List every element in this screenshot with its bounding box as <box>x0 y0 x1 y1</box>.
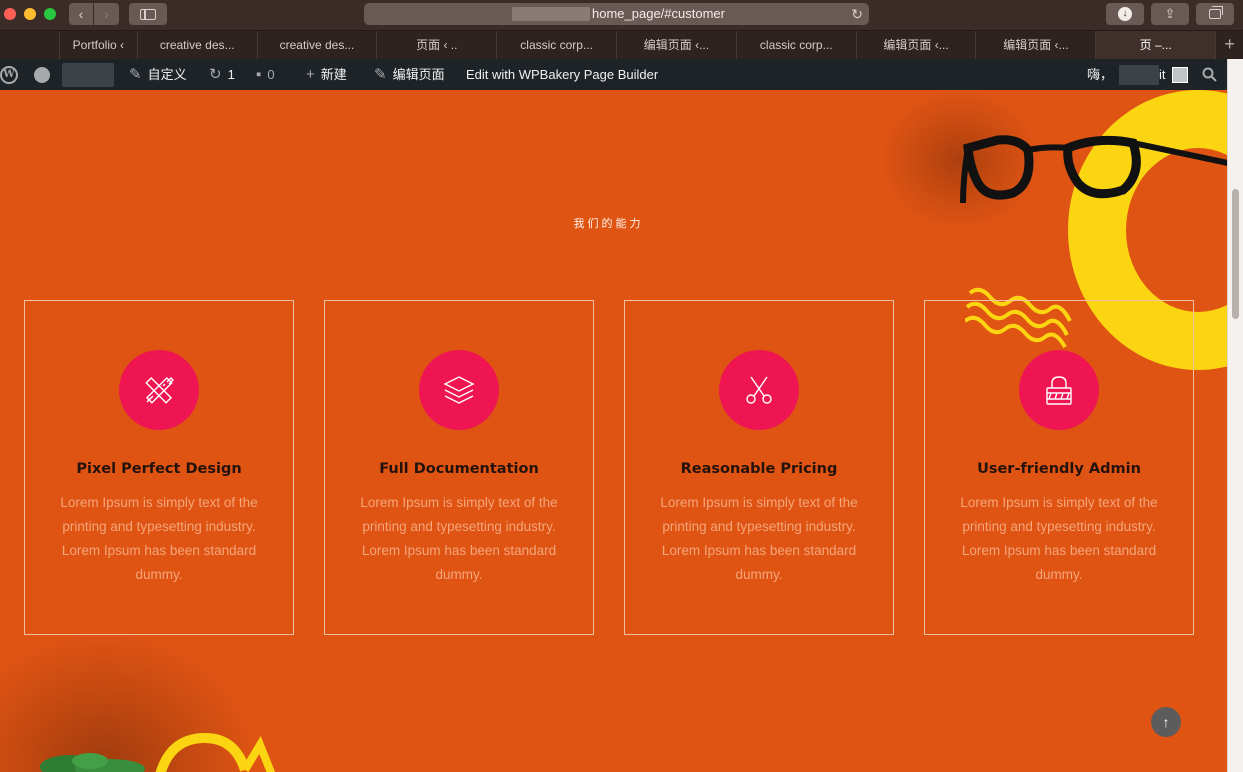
window-close-button[interactable] <box>4 8 16 20</box>
feature-icon-circle <box>719 350 799 430</box>
feature-card: User-friendly Admin Lorem Ipsum is simpl… <box>924 300 1194 635</box>
feature-title: Pixel Perfect Design <box>76 461 242 477</box>
new-label: 新建 <box>320 67 347 82</box>
scroll-to-top-button[interactable]: ↑ <box>1151 707 1181 737</box>
forward-button[interactable]: › <box>94 3 119 25</box>
wpbakery-label: Edit with WPBakery Page Builder <box>466 67 659 82</box>
reload-icon[interactable]: ↻ <box>851 6 863 23</box>
feature-icon-circle <box>119 350 199 430</box>
updates-icon: ↻ <box>209 66 222 83</box>
redacted-username <box>1119 64 1160 85</box>
browser-tab[interactable]: Portfolio ‹ <box>60 31 138 59</box>
browser-tab[interactable]: 编辑页面 ‹... <box>976 31 1097 59</box>
feature-title: User-friendly Admin <box>977 461 1141 477</box>
tab-bar: Portfolio ‹ creative des... creative des… <box>0 30 1243 59</box>
eyeglasses-decoration <box>960 135 1227 204</box>
customize-label: 自定义 <box>147 67 187 82</box>
comment-bubble-icon: ▪ <box>256 66 262 83</box>
history-nav: ‹ › <box>69 3 119 25</box>
edit-page-link[interactable]: ✎ 编辑页面 <box>374 59 445 90</box>
scrollbar-thumb[interactable] <box>1232 189 1239 319</box>
pencil-icon: ✎ <box>374 66 387 83</box>
search-icon <box>1202 67 1217 82</box>
tab-overview-button[interactable] <box>1196 3 1234 25</box>
window-maximize-button[interactable] <box>44 8 56 20</box>
browser-tab[interactable]: classic corp... <box>737 31 857 59</box>
browser-tab[interactable]: creative des... <box>138 31 258 59</box>
redacted-site-name <box>62 62 114 87</box>
tabs-icon <box>1209 6 1223 19</box>
capabilities-section: 我们的能力 Pixel Perfect Design Lorem Ipsum i… <box>0 90 1227 772</box>
new-content-menu[interactable]: + 新建 <box>306 59 347 90</box>
plus-icon: + <box>306 66 315 83</box>
browser-tab[interactable]: classic corp... <box>497 31 618 59</box>
url-text: home_page/#customer <box>592 6 725 21</box>
wordpress-logo-icon: W <box>0 65 18 84</box>
edit-page-label: 编辑页面 <box>392 67 445 82</box>
browser-tab[interactable]: creative des... <box>258 31 378 59</box>
section-title: 我们的能力 <box>573 217 644 230</box>
feature-title: Full Documentation <box>379 461 539 477</box>
admin-search-button[interactable] <box>1202 59 1217 90</box>
downloads-button[interactable]: ↓ <box>1106 3 1144 25</box>
chevron-right-icon: › <box>104 6 109 22</box>
download-icon: ↓ <box>1118 7 1132 21</box>
browser-tab[interactable]: 编辑页面 ‹... <box>617 31 737 59</box>
browser-tab-active[interactable]: 页 –... <box>1096 31 1217 59</box>
new-tab-button[interactable]: + <box>1216 31 1243 59</box>
page-scrollbar[interactable] <box>1227 59 1243 772</box>
feature-card: Full Documentation Lorem Ipsum is simply… <box>324 300 594 635</box>
avatar <box>1171 66 1188 83</box>
greeting-label: 嗨， <box>1087 67 1114 82</box>
arrow-up-icon: ↑ <box>1162 714 1170 730</box>
updates-link[interactable]: ↻ 1 <box>209 59 235 90</box>
feature-icon-circle <box>1019 350 1099 430</box>
back-button[interactable]: ‹ <box>69 3 94 25</box>
comments-count: 0 <box>267 67 275 82</box>
window-minimize-button[interactable] <box>24 8 36 20</box>
address-bar[interactable]: home_page/#customer ↻ <box>364 3 869 25</box>
dashboard-gauge-icon <box>34 66 50 83</box>
browser-tab[interactable]: 页面 ‹ .. <box>377 31 498 59</box>
feature-card: Pixel Perfect Design Lorem Ipsum is simp… <box>24 300 294 635</box>
layers-icon <box>443 376 475 404</box>
sidebar-icon <box>140 8 156 20</box>
feature-card: Reasonable Pricing Lorem Ipsum is simply… <box>624 300 894 635</box>
updates-count: 1 <box>227 67 235 82</box>
share-button[interactable]: ⇪ <box>1151 3 1189 25</box>
customize-link[interactable]: ✎ 自定义 <box>129 59 187 90</box>
redacted-domain <box>512 7 590 21</box>
feature-icon-circle <box>419 350 499 430</box>
comments-link[interactable]: ▪ 0 <box>256 59 275 90</box>
lock-icon <box>1046 376 1072 405</box>
browser-titlebar: ‹ › home_page/#customer ↻ ↓ ⇪ <box>0 0 1243 30</box>
greeting-suffix: it <box>1159 67 1166 82</box>
chevron-left-icon: ‹ <box>78 6 84 22</box>
pencil-ruler-icon <box>145 376 174 404</box>
scissors-icon <box>746 376 772 404</box>
feature-description: Lorem Ipsum is simply text of the printi… <box>360 495 558 582</box>
decorative-yellow-shape <box>155 732 276 772</box>
dashboard-menu[interactable] <box>34 59 50 90</box>
feature-description: Lorem Ipsum is simply text of the printi… <box>960 495 1158 582</box>
plant-decoration <box>40 753 145 772</box>
feature-description: Lorem Ipsum is simply text of the printi… <box>60 495 258 582</box>
browser-tab[interactable] <box>0 31 60 59</box>
my-account-menu[interactable]: 嗨， it <box>1087 59 1188 90</box>
browser-tab[interactable]: 编辑页面 ‹... <box>857 31 977 59</box>
wp-admin-bar: W ✎ 自定义 ↻ 1 ▪ 0 + 新建 ✎ 编辑页面 Edit with WP… <box>0 59 1227 90</box>
wpbakery-link[interactable]: Edit with WPBakery Page Builder <box>466 59 658 90</box>
sidebar-toggle-button[interactable] <box>129 3 167 25</box>
feature-title: Reasonable Pricing <box>680 461 838 477</box>
paintbrush-icon: ✎ <box>129 66 142 83</box>
feature-description: Lorem Ipsum is simply text of the printi… <box>660 495 858 582</box>
share-icon: ⇪ <box>1164 6 1176 21</box>
site-name-menu[interactable] <box>62 59 114 90</box>
wp-logo-menu[interactable]: W <box>0 59 18 90</box>
